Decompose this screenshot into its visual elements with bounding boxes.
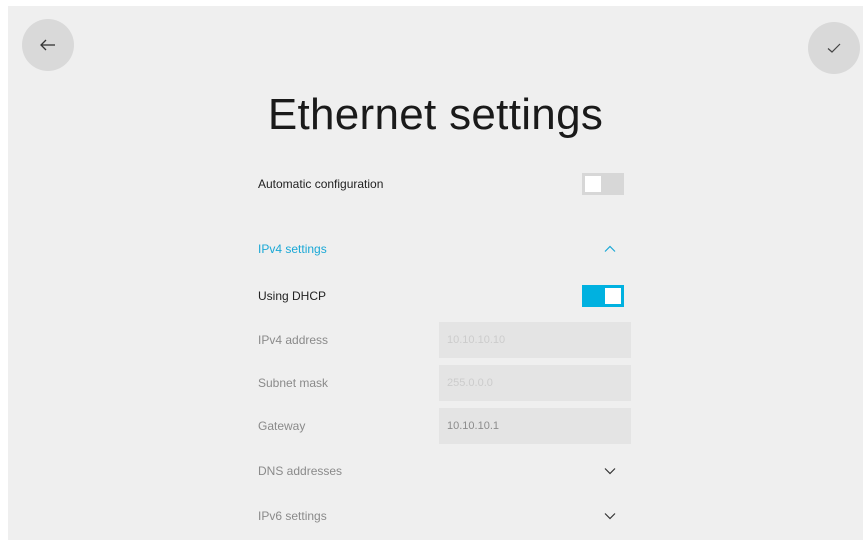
- gateway-row: Gateway 10.10.10.1: [258, 408, 631, 444]
- confirm-button[interactable]: [808, 22, 860, 74]
- subnet-mask-row: Subnet mask 255.0.0.0: [258, 365, 631, 401]
- chevron-up-icon[interactable]: [602, 241, 618, 257]
- ipv4-address-field[interactable]: 10.10.10.10: [439, 322, 631, 358]
- toggle-knob: [585, 176, 601, 192]
- using-dhcp-toggle[interactable]: [582, 285, 624, 307]
- ipv6-settings-label: IPv6 settings: [258, 509, 327, 523]
- automatic-configuration-toggle[interactable]: [582, 173, 624, 195]
- ipv4-address-row: IPv4 address 10.10.10.10: [258, 322, 631, 358]
- settings-screen: Ethernet settings Automatic configuratio…: [8, 6, 863, 540]
- ipv4-settings-section[interactable]: IPv4 settings: [258, 231, 624, 267]
- page-title: Ethernet settings: [267, 90, 604, 139]
- back-button[interactable]: [22, 19, 74, 71]
- chevron-down-icon[interactable]: [602, 508, 618, 524]
- chevron-down-icon[interactable]: [602, 463, 618, 479]
- toggle-knob: [605, 288, 621, 304]
- using-dhcp-row: Using DHCP: [258, 278, 624, 314]
- subnet-mask-field[interactable]: 255.0.0.0: [439, 365, 631, 401]
- automatic-configuration-row: Automatic configuration: [258, 166, 624, 202]
- gateway-field[interactable]: 10.10.10.1: [439, 408, 631, 444]
- checkmark-icon: [826, 40, 842, 56]
- dns-addresses-label: DNS addresses: [258, 464, 343, 478]
- ipv6-settings-section[interactable]: IPv6 settings: [258, 498, 624, 534]
- automatic-configuration-label: Automatic configuration: [258, 177, 384, 191]
- arrow-left-icon: [38, 35, 58, 55]
- ipv4-settings-label: IPv4 settings: [258, 242, 327, 256]
- dns-addresses-section[interactable]: DNS addresses: [258, 453, 624, 489]
- using-dhcp-label: Using DHCP: [258, 289, 327, 303]
